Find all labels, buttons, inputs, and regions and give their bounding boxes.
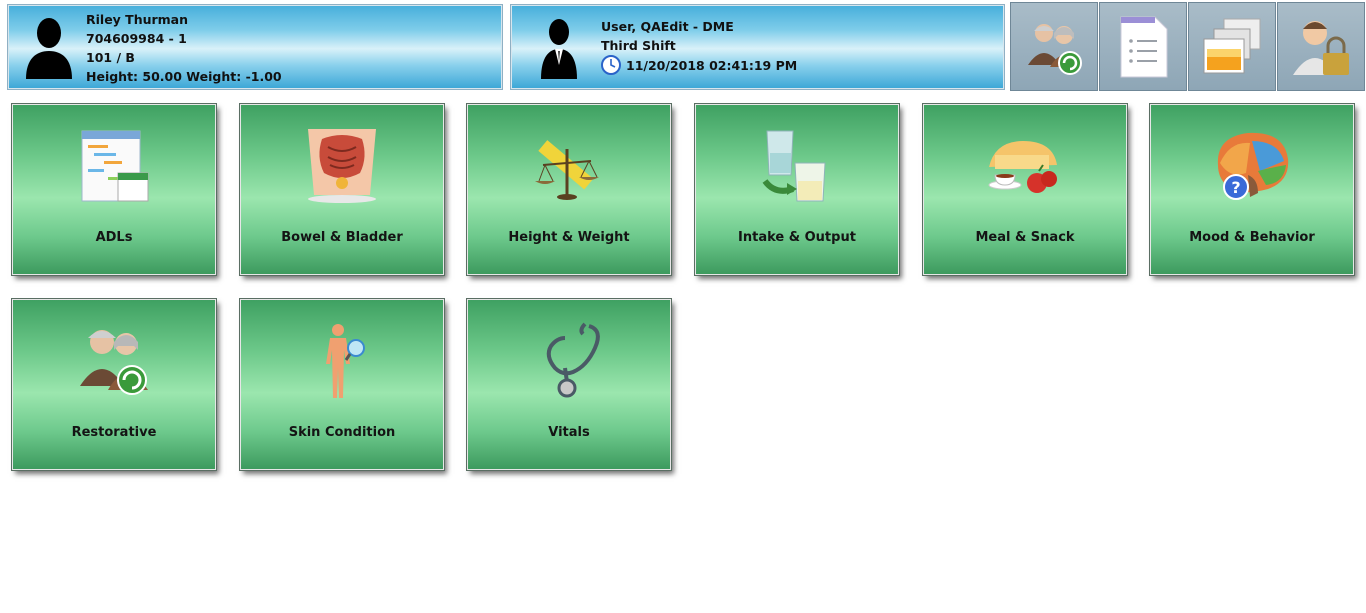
- tile-label: Meal & Snack: [975, 230, 1075, 245]
- tile-label: ADLs: [95, 230, 133, 245]
- user-silhouette-icon: [541, 19, 577, 79]
- tile-label: Vitals: [548, 425, 590, 440]
- tile-skin-condition[interactable]: Skin Condition: [239, 298, 445, 471]
- documents-button[interactable]: [1099, 2, 1187, 91]
- measuring-cups-icon: [762, 130, 826, 202]
- tile-label: Skin Condition: [288, 425, 396, 440]
- svg-text:?: ?: [1231, 178, 1240, 197]
- user-lock-icon: [1293, 21, 1349, 75]
- patient-vitals: Height: 50.00 Weight: -1.00: [86, 69, 282, 84]
- brain-question-icon: ?: [1217, 132, 1289, 200]
- patient-room: 101 / B: [86, 50, 135, 65]
- digestive-system-icon: [308, 129, 376, 203]
- food-icon: [988, 141, 1057, 193]
- residents-refresh-icon: [1028, 24, 1082, 75]
- user-header: User, QAEdit - DME Third Shift 11/20/201…: [510, 4, 1005, 90]
- body-magnifier-icon: [326, 324, 365, 398]
- patient-header: Riley Thurman 704609984 - 1 101 / B Heig…: [7, 4, 503, 90]
- tile-intake-output[interactable]: Intake & Output: [694, 103, 900, 276]
- tile-meal-snack[interactable]: Meal & Snack: [922, 103, 1128, 276]
- patient-id: 704609984 - 1: [86, 31, 187, 46]
- patient-silhouette-icon: [26, 18, 72, 79]
- tile-vitals[interactable]: Vitals: [466, 298, 672, 471]
- datetime-row: 11/20/2018 02:41:19 PM: [601, 55, 797, 75]
- tile-label: Restorative: [71, 425, 157, 440]
- windows-button[interactable]: [1188, 2, 1276, 91]
- clock-icon: [601, 55, 621, 75]
- switch-resident-button[interactable]: [1010, 2, 1098, 91]
- lock-user-button[interactable]: [1277, 2, 1365, 91]
- tile-adls[interactable]: ADLs: [11, 103, 217, 276]
- tile-label: Bowel & Bladder: [281, 230, 403, 245]
- user-name: User, QAEdit - DME: [601, 19, 734, 34]
- calendar-schedule-icon: [81, 130, 149, 202]
- tile-label: Height & Weight: [508, 230, 630, 245]
- scale-ruler-icon: [535, 140, 599, 200]
- stethoscope-icon: [546, 322, 600, 398]
- document-list-icon: [1120, 16, 1168, 78]
- windows-icon: [1203, 18, 1261, 74]
- patient-name: Riley Thurman: [86, 12, 189, 27]
- user-info: User, QAEdit - DME Third Shift 11/20/201…: [601, 17, 797, 75]
- user-shift: Third Shift: [601, 38, 676, 53]
- tile-label: Intake & Output: [738, 230, 856, 245]
- tile-bowel-bladder[interactable]: Bowel & Bladder: [239, 103, 445, 276]
- elderly-couple-refresh-icon: [80, 330, 148, 395]
- tile-restorative[interactable]: Restorative: [11, 298, 217, 471]
- current-datetime: 11/20/2018 02:41:19 PM: [626, 57, 798, 73]
- tile-mood-behavior[interactable]: ? Mood & Behavior: [1149, 103, 1355, 276]
- patient-info: Riley Thurman 704609984 - 1 101 / B Heig…: [86, 10, 282, 86]
- tile-height-weight[interactable]: Height & Weight: [466, 103, 672, 276]
- tile-label: Mood & Behavior: [1189, 230, 1315, 245]
